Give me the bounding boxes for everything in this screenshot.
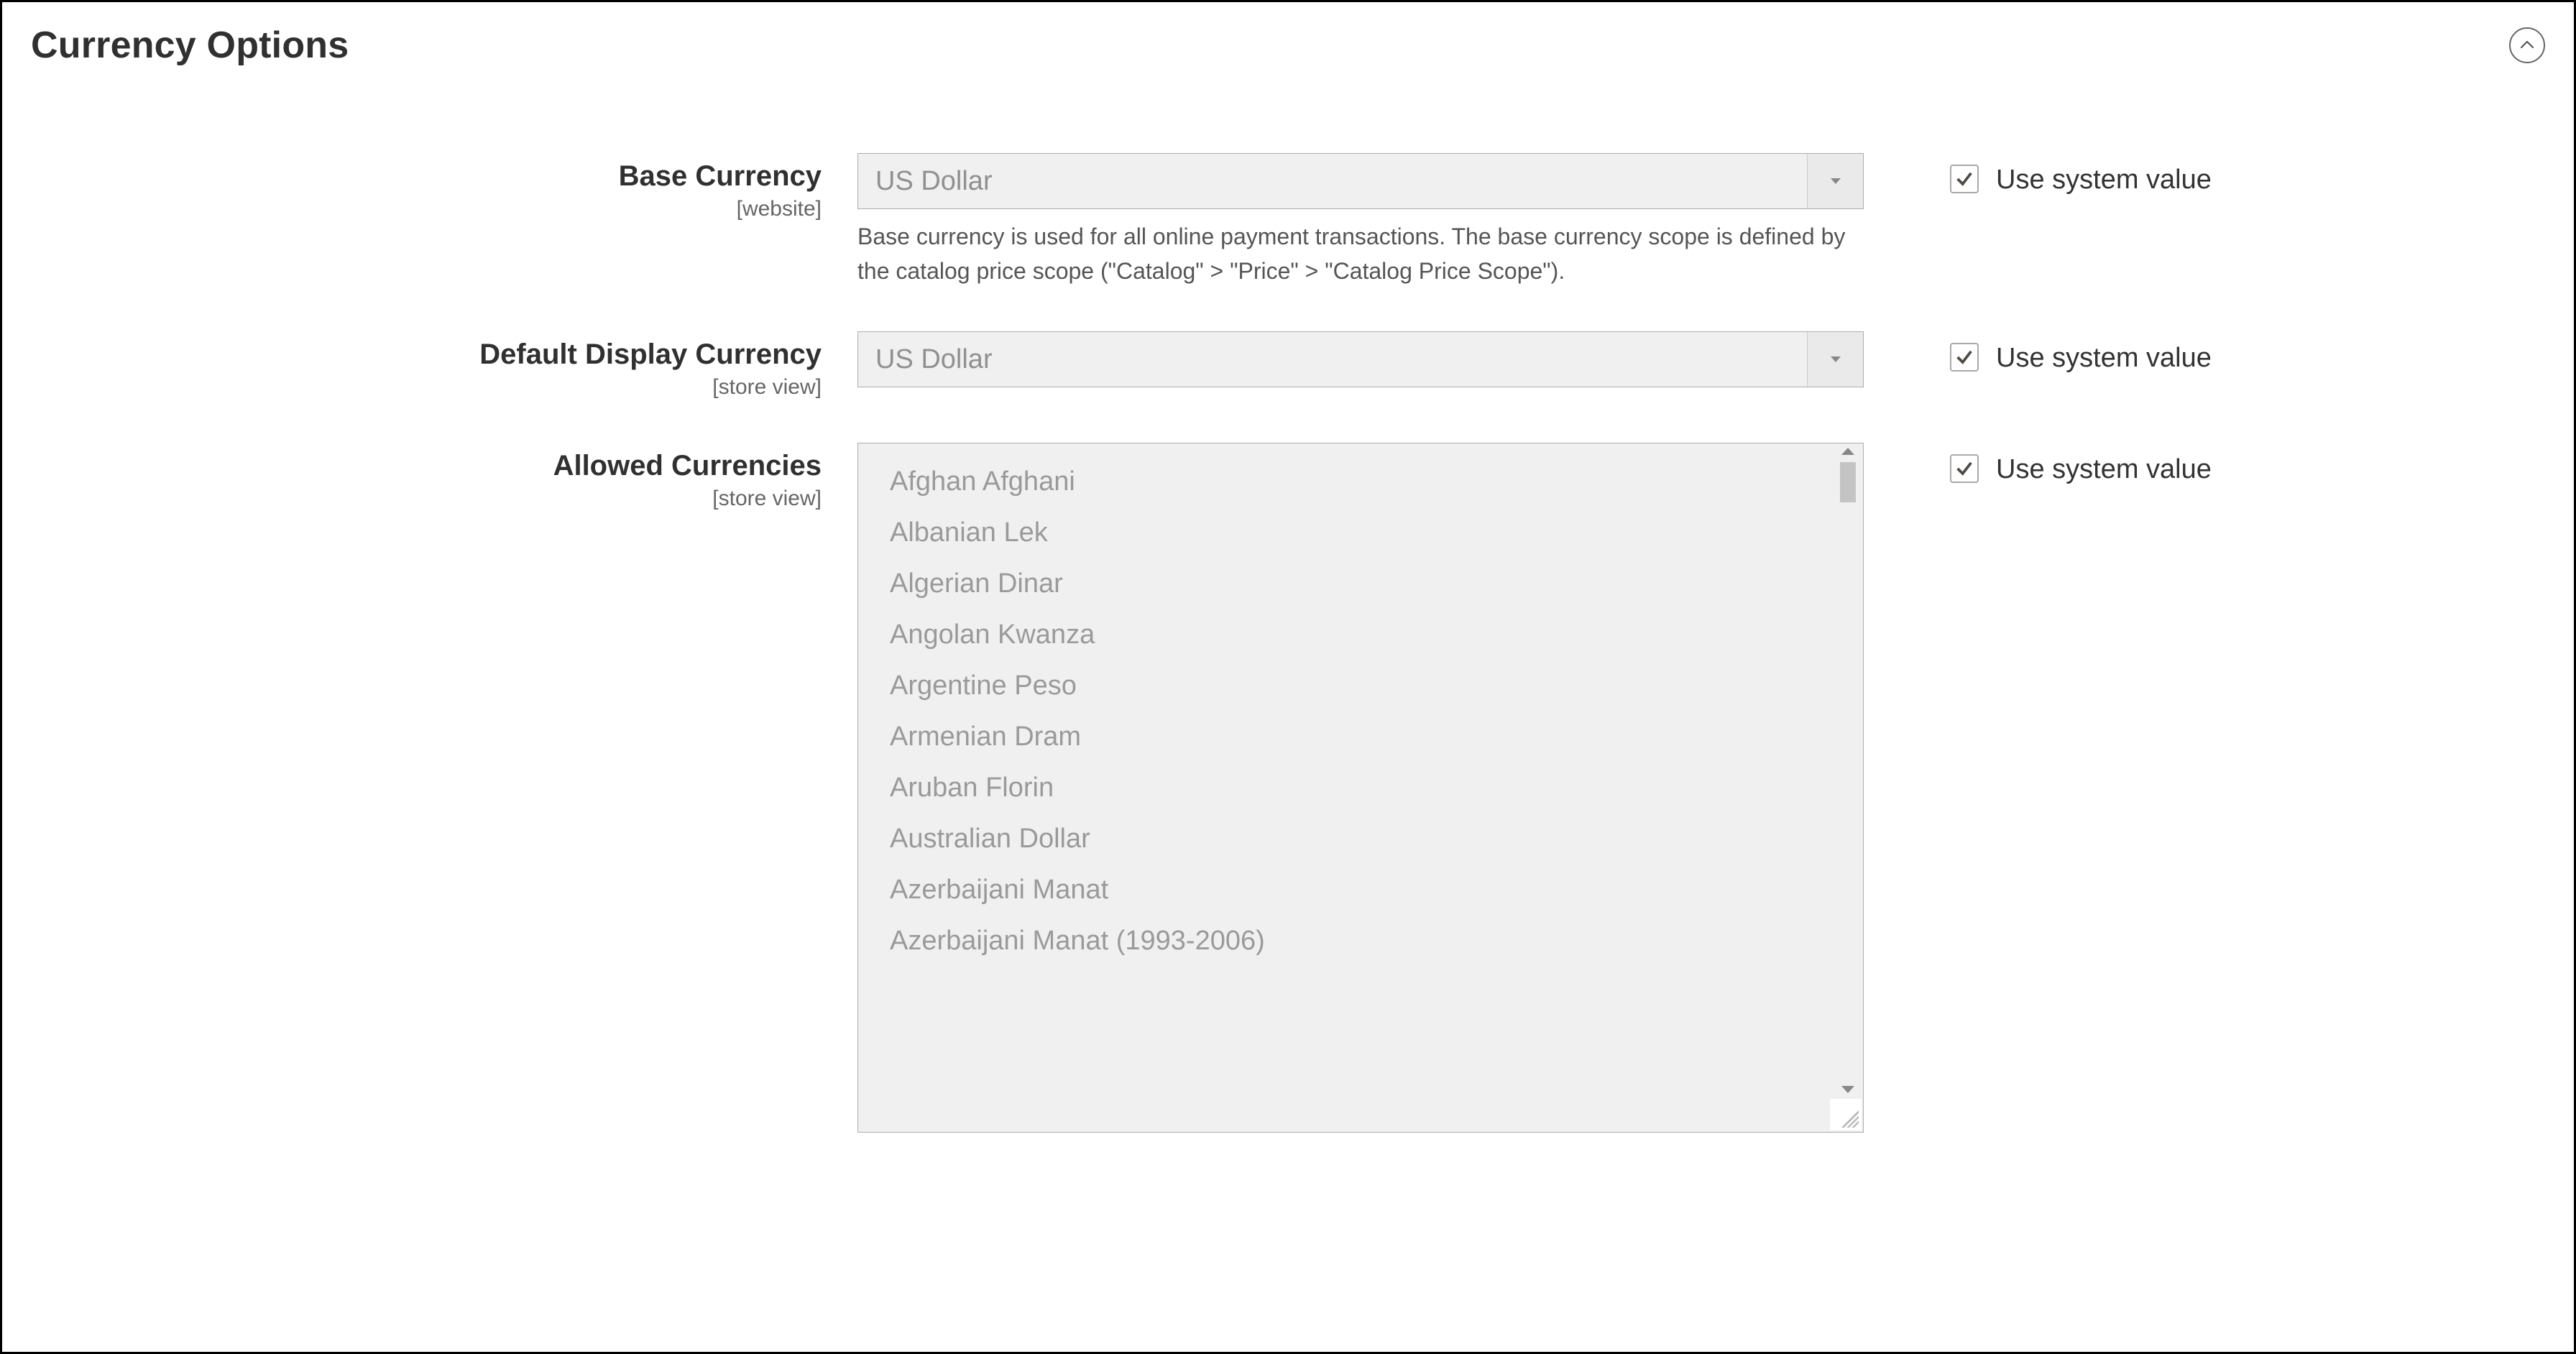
default-display-currency-select[interactable]: US Dollar [857,331,1864,387]
field-allowed-currencies: Allowed Currencies [store view] Afghan A… [31,443,2545,1133]
default-display-currency-scope: [store view] [31,375,822,400]
section-header[interactable]: Currency Options [31,24,2545,67]
multiselect-option[interactable]: Angolan Kwanza [858,609,1863,660]
scroll-thumb[interactable] [1840,462,1856,502]
chevron-down-icon [1807,154,1863,208]
use-system-label: Use system value [1996,454,2212,485]
allowed-currencies-label: Allowed Currencies [31,450,822,482]
scrollbar[interactable] [1836,448,1860,1096]
field-label-col: Default Display Currency [store view] [31,331,857,400]
use-system-col: Use system value [1864,331,2212,374]
base-currency-note: Base currency is used for all online pay… [857,219,1864,288]
scroll-down-icon[interactable] [1841,1086,1854,1093]
base-currency-scope: [website] [31,197,822,221]
field-control-col: Afghan AfghaniAlbanian LekAlgerian Dinar… [857,443,1864,1133]
allowed-currencies-multiselect[interactable]: Afghan AfghaniAlbanian LekAlgerian Dinar… [857,443,1864,1133]
multiselect-option[interactable]: Australian Dollar [858,814,1863,865]
multiselect-option[interactable]: Afghan Afghani [858,456,1863,507]
field-label-col: Allowed Currencies [store view] [31,443,857,511]
config-panel: Currency Options Base Currency [website]… [0,0,2576,1354]
multiselect-option[interactable]: Algerian Dinar [858,558,1863,609]
base-currency-value: US Dollar [875,166,993,197]
section-title: Currency Options [31,24,349,67]
allowed-currencies-use-system-checkbox[interactable] [1950,454,1979,483]
allowed-currencies-scope: [store view] [31,487,822,511]
resize-grip-icon[interactable] [1830,1099,1862,1130]
use-system-label: Use system value [1996,165,2212,195]
chevron-down-icon [1807,332,1863,387]
multiselect-option[interactable]: Argentine Peso [858,660,1863,711]
base-currency-label: Base Currency [31,160,822,193]
field-control-col: US Dollar Base currency is used for all … [857,153,1864,288]
multiselect-option[interactable]: Azerbaijani Manat (1993-2006) [858,916,1863,967]
multiselect-option[interactable]: Azerbaijani Manat [858,865,1863,916]
field-control-col: US Dollar [857,331,1864,387]
field-label-col: Base Currency [website] [31,153,857,221]
use-system-col: Use system value [1864,153,2212,195]
base-currency-use-system-checkbox[interactable] [1950,165,1979,193]
default-display-currency-value: US Dollar [875,344,993,375]
multiselect-option[interactable]: Aruban Florin [858,763,1863,814]
multiselect-option[interactable]: Albanian Lek [858,507,1863,558]
field-base-currency: Base Currency [website] US Dollar Base c… [31,153,2545,288]
scroll-up-icon[interactable] [1841,448,1854,455]
default-display-currency-use-system-checkbox[interactable] [1950,343,1979,372]
base-currency-select[interactable]: US Dollar [857,153,1864,209]
use-system-col: Use system value [1864,443,2212,485]
collapse-icon[interactable] [2509,27,2545,63]
default-display-currency-label: Default Display Currency [31,338,822,371]
multiselect-option[interactable]: Armenian Dram [858,711,1863,763]
field-default-display-currency: Default Display Currency [store view] US… [31,331,2545,400]
allowed-currencies-options: Afghan AfghaniAlbanian LekAlgerian Dinar… [858,443,1863,1132]
use-system-label: Use system value [1996,343,2212,374]
